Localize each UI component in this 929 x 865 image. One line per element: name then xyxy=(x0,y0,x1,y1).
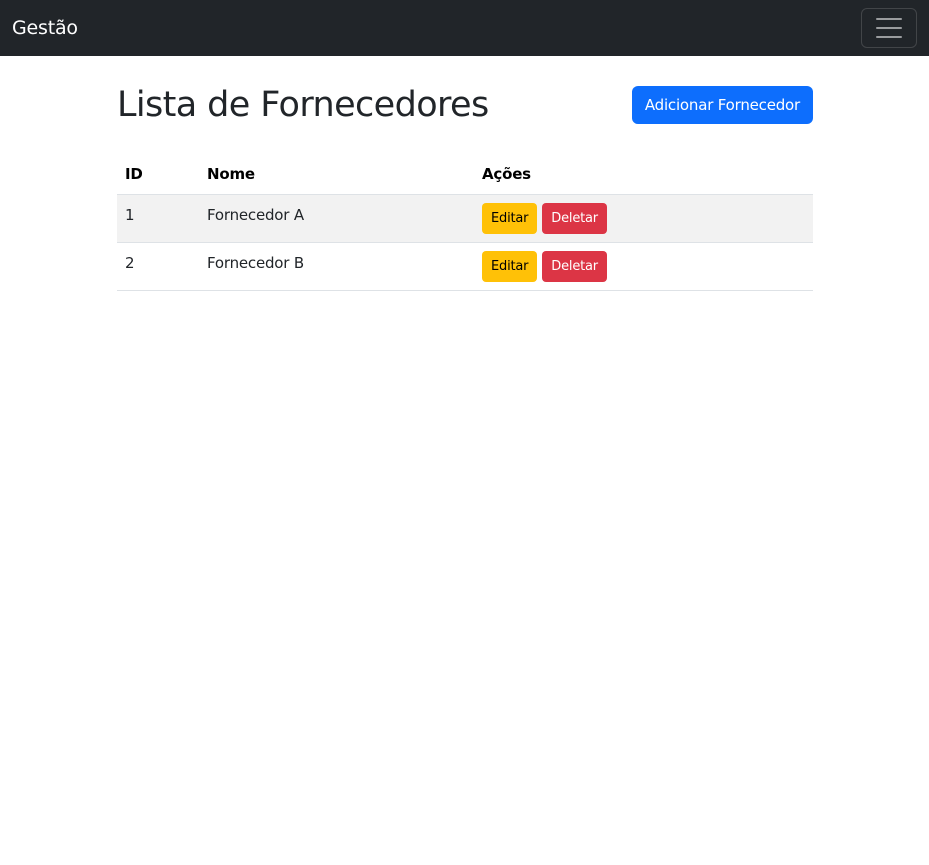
suppliers-table: ID Nome Ações 1 Fornecedor A Editar Dele… xyxy=(117,154,813,291)
cell-nome: Fornecedor B xyxy=(199,242,474,291)
table-row: 1 Fornecedor A Editar Deletar xyxy=(117,194,813,243)
cell-nome: Fornecedor A xyxy=(199,194,474,243)
column-header-nome: Nome xyxy=(199,154,474,195)
delete-button[interactable]: Deletar xyxy=(542,250,607,282)
main-container: Lista de Fornecedores Adicionar Forneced… xyxy=(117,56,813,291)
table-header-row: ID Nome Ações xyxy=(117,154,813,195)
navbar: Gestão xyxy=(0,0,929,56)
edit-button[interactable]: Editar xyxy=(482,202,538,234)
column-header-acoes: Ações xyxy=(474,154,813,195)
navbar-toggler-button[interactable] xyxy=(861,8,917,48)
navbar-brand[interactable]: Gestão xyxy=(12,17,78,39)
hamburger-menu-icon xyxy=(876,18,902,20)
hamburger-menu-icon xyxy=(876,36,902,38)
cell-id: 2 xyxy=(117,242,199,291)
page-title: Lista de Fornecedores xyxy=(117,85,489,125)
cell-actions: Editar Deletar xyxy=(474,242,813,291)
delete-button[interactable]: Deletar xyxy=(542,202,607,234)
hamburger-menu-icon xyxy=(876,27,902,29)
column-header-id: ID xyxy=(117,154,199,195)
cell-id: 1 xyxy=(117,194,199,243)
add-supplier-button[interactable]: Adicionar Fornecedor xyxy=(631,86,813,124)
edit-button[interactable]: Editar xyxy=(482,250,538,282)
cell-actions: Editar Deletar xyxy=(474,194,813,243)
page-header: Lista de Fornecedores Adicionar Forneced… xyxy=(117,82,813,128)
table-row: 2 Fornecedor B Editar Deletar xyxy=(117,242,813,291)
